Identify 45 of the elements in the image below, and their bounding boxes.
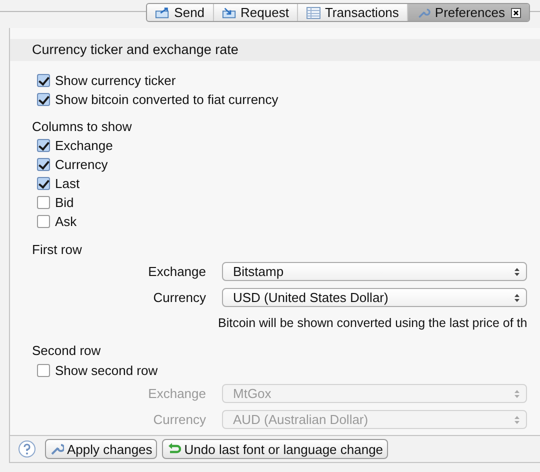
checkbox[interactable] [37,196,50,209]
up-down-arrows-icon [514,292,520,302]
checkbox[interactable] [37,177,50,190]
group-heading: Second row [32,342,102,360]
field-label: Exchange [147,264,207,279]
checkbox[interactable] [37,364,50,377]
help-icon[interactable] [18,440,36,458]
undo-arrow-icon [167,442,182,456]
checkbox-label[interactable]: Currency [55,157,108,172]
group-heading: First row [32,241,83,259]
envelope-arrow-icon [222,6,237,18]
tab[interactable]: Transactions [298,4,408,21]
checkbox-label[interactable]: Show bitcoin converted to fiat currency [55,92,278,107]
wrench-icon [416,6,431,18]
field-label: Exchange [147,386,207,401]
tab[interactable]: Request [214,4,298,21]
checkbox-label[interactable]: Bid [55,195,74,210]
wrench-icon [50,442,64,456]
dropdown[interactable]: Bitstamp [222,262,527,281]
up-down-arrows-icon [514,266,520,276]
info-text: Bitcoin will be shown converted using the last price of th [217,315,528,332]
checkbox[interactable] [37,215,50,228]
dropdown[interactable]: USD (United States Dollar) [222,288,527,307]
checkbox-label[interactable]: Exchange [55,138,113,153]
checkbox-label[interactable]: Last [55,176,80,191]
up-down-arrows-icon [514,388,520,398]
up-down-arrows-icon [514,414,520,424]
checkbox-label[interactable]: Show second row [55,363,158,378]
tab[interactable]: Preferences [408,4,529,21]
checkbox[interactable] [37,93,50,106]
close-icon[interactable] [511,8,521,18]
checkbox[interactable] [37,158,50,171]
field-label: Currency [152,412,207,427]
group-heading: Columns to show [32,118,133,136]
envelope-arrow-icon [155,6,170,18]
tab[interactable]: Send [147,4,214,21]
footer-button[interactable]: Apply changes [45,439,158,459]
checkbox[interactable] [37,74,50,87]
section-title: Currency ticker and exchange rate [32,42,238,57]
field-label: Currency [152,290,207,305]
checkbox[interactable] [37,139,50,152]
table-icon [306,6,321,18]
checkbox-label[interactable]: Show currency ticker [55,73,176,88]
checkbox-label[interactable]: Ask [55,214,77,229]
footer-button[interactable]: Undo last font or language change [162,439,388,459]
